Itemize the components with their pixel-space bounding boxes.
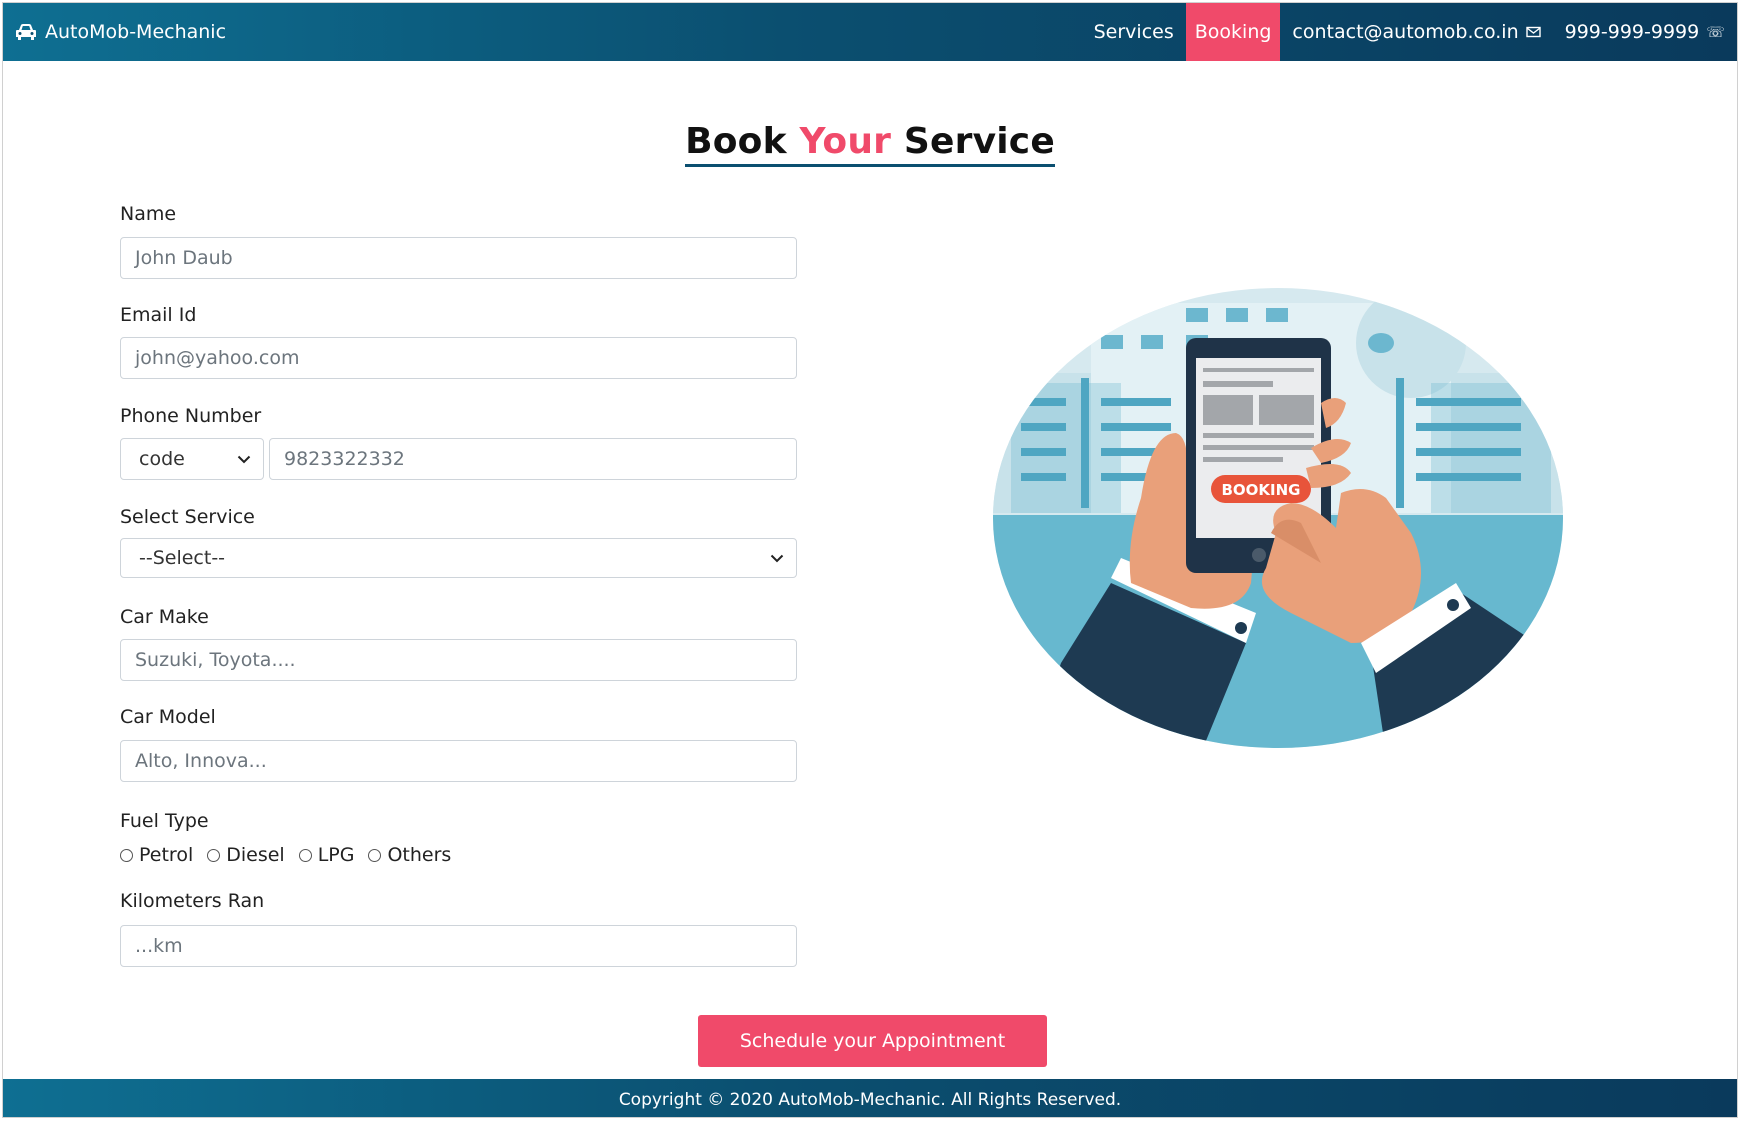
email-label: Email Id — [120, 304, 197, 326]
country-code-select[interactable]: code — [120, 438, 264, 480]
radio-button[interactable] — [368, 848, 382, 862]
fuel-option-label: Others — [387, 844, 452, 866]
radio-button[interactable] — [120, 848, 133, 862]
phone-placeholder: 9823322332 — [284, 448, 405, 470]
brand-link[interactable]: AutoMob-Mechanic — [3, 21, 226, 43]
country-code-value: code — [139, 448, 185, 470]
phone-label: Phone Number — [120, 405, 262, 427]
nav-email[interactable]: contact@automob.co.in — [1280, 3, 1552, 61]
fuel-radio-group: Petrol Diesel LPG Others — [120, 844, 465, 866]
radio-button[interactable] — [298, 848, 312, 862]
name-input[interactable]: John Daub — [120, 237, 797, 279]
footer: Copyright © 2020 AutoMob-Mechanic. All R… — [3, 1079, 1737, 1117]
telephone-icon: ☏ — [1706, 23, 1725, 41]
chevron-down-icon — [770, 554, 784, 562]
booking-badge: BOOKING — [1221, 481, 1300, 499]
km-label: Kilometers Ran — [120, 890, 265, 912]
nav-booking[interactable]: Booking — [1185, 3, 1281, 61]
fuel-option-label: LPG — [317, 844, 355, 866]
nav-links: Services Booking contact@automob.co.in 9… — [1082, 3, 1737, 61]
page-title: Book Your Service — [3, 120, 1737, 167]
nav-services[interactable]: Services — [1082, 3, 1186, 61]
booking-illustration: BOOKING — [993, 288, 1563, 748]
nav-email-label: contact@automob.co.in — [1292, 21, 1519, 43]
car-model-label: Car Model — [120, 706, 216, 728]
title-service: Service — [903, 121, 1055, 162]
fuel-option-lpg[interactable]: LPG — [298, 844, 355, 866]
fuel-option-others[interactable]: Others — [368, 844, 451, 866]
nav-booking-label: Booking — [1194, 21, 1272, 43]
fuel-option-label: Petrol — [139, 844, 194, 866]
fuel-option-label: Diesel — [226, 844, 285, 866]
km-placeholder: ...km — [135, 935, 183, 957]
chevron-down-icon — [237, 455, 251, 463]
car-model-placeholder: Alto, Innova... — [135, 750, 267, 772]
schedule-appointment-button[interactable]: Schedule your Appointment — [698, 1015, 1047, 1067]
fuel-option-petrol[interactable]: Petrol — [120, 844, 193, 866]
service-select[interactable]: --Select-- — [120, 538, 797, 578]
fuel-option-diesel[interactable]: Diesel — [207, 844, 285, 866]
km-input[interactable]: ...km — [120, 925, 797, 967]
page-frame: AutoMob-Mechanic Services Booking contac… — [2, 2, 1738, 1118]
nav-phone[interactable]: 999-999-9999 ☏ — [1553, 3, 1737, 61]
envelope-icon — [1525, 26, 1541, 38]
nav-services-label: Services — [1093, 21, 1174, 43]
car-icon — [16, 24, 36, 40]
nav-phone-label: 999-999-9999 — [1564, 21, 1700, 43]
fuel-label: Fuel Type — [120, 810, 209, 832]
car-make-placeholder: Suzuki, Toyota.... — [135, 649, 296, 671]
service-select-value: --Select-- — [139, 547, 226, 569]
email-placeholder: john@yahoo.com — [135, 347, 300, 369]
top-navbar: AutoMob-Mechanic Services Booking contac… — [3, 3, 1737, 61]
copyright-text: Copyright © 2020 AutoMob-Mechanic. All R… — [618, 1090, 1122, 1110]
brand-name: AutoMob-Mechanic — [45, 21, 227, 43]
radio-button[interactable] — [207, 848, 221, 862]
service-label: Select Service — [120, 506, 255, 528]
email-input[interactable]: john@yahoo.com — [120, 337, 797, 379]
name-label: Name — [120, 203, 177, 225]
phone-input[interactable]: 9823322332 — [269, 438, 797, 480]
name-placeholder: John Daub — [135, 247, 233, 269]
car-model-input[interactable]: Alto, Innova... — [120, 740, 797, 782]
title-book: Book — [685, 121, 787, 162]
car-make-input[interactable]: Suzuki, Toyota.... — [120, 639, 797, 681]
title-your: Your — [799, 121, 892, 162]
car-make-label: Car Make — [120, 606, 209, 628]
